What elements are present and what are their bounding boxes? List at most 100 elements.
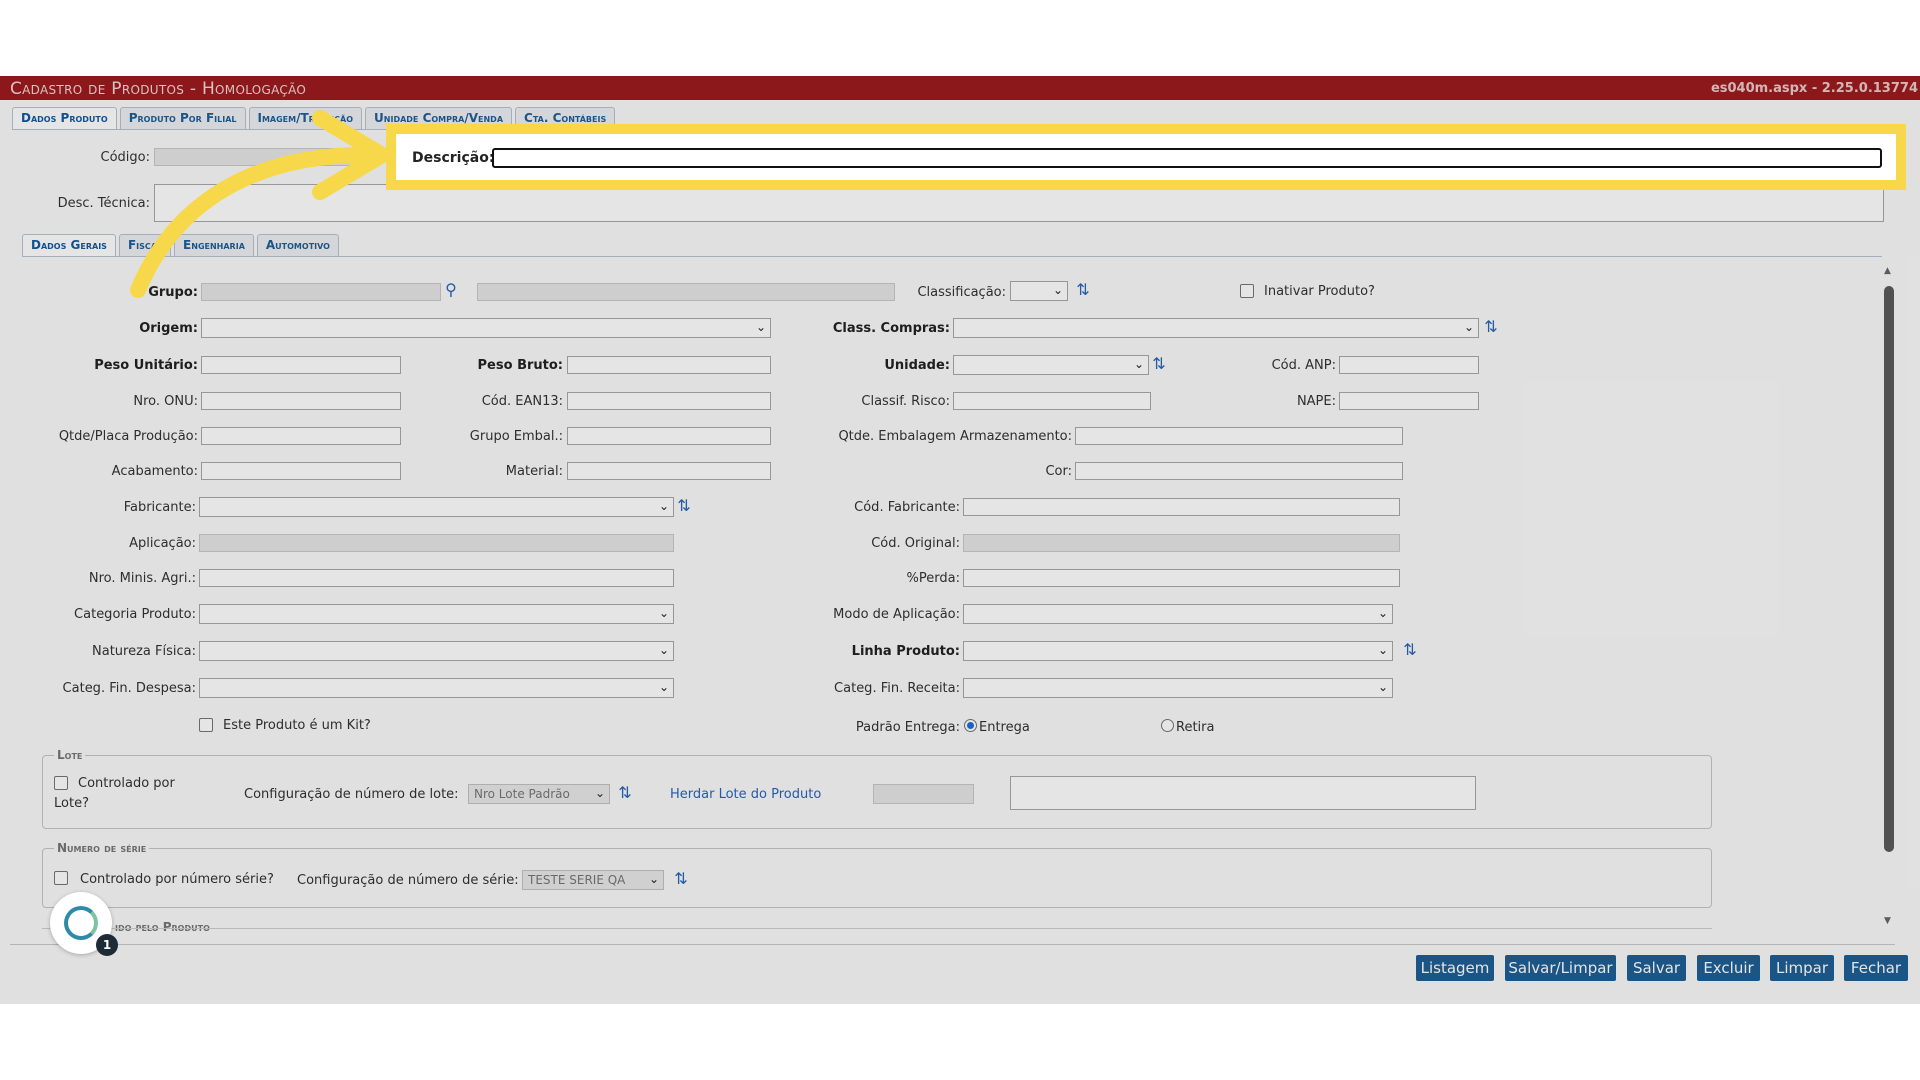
notification-badge: 1 bbox=[96, 934, 118, 956]
grupo-descricao-field bbox=[477, 283, 895, 301]
cod-anp-input[interactable] bbox=[1339, 356, 1479, 374]
serie-config-label: Configuração de número de série: bbox=[297, 873, 519, 888]
listagem-button[interactable]: Listagem bbox=[1416, 955, 1494, 981]
lote-config-select[interactable]: Nro Lote Padrão ⌄ bbox=[468, 784, 610, 804]
refresh-icon[interactable]: ⇅ bbox=[616, 784, 634, 802]
version-label: es040m.aspx - 2.25.0.13774 bbox=[1710, 81, 1918, 96]
tab-automotivo[interactable]: Automotivo bbox=[256, 234, 339, 256]
aplicacao-field bbox=[199, 534, 674, 552]
serie-config-value: TESTE SERIE QA bbox=[528, 873, 626, 887]
lote-checkbox[interactable] bbox=[54, 776, 68, 790]
serie-fieldset bbox=[42, 848, 1712, 908]
search-icon[interactable]: ⚲ bbox=[442, 281, 460, 299]
retira-label: Retira bbox=[1176, 720, 1215, 735]
tab-imagem-traducao[interactable]: Imagem/Tradução bbox=[248, 107, 363, 129]
retira-radio[interactable] bbox=[1161, 719, 1174, 732]
salvar-button[interactable]: Salvar bbox=[1627, 955, 1686, 981]
tab-dados-produto[interactable]: Dados Produto bbox=[12, 107, 117, 129]
tab-produto-por-filial[interactable]: Produto Por Filial bbox=[119, 107, 246, 129]
serie-controlado-label: Controlado por número série? bbox=[80, 872, 274, 887]
next-section-divider bbox=[42, 928, 1712, 929]
scrollbar-thumb[interactable] bbox=[1884, 286, 1894, 852]
cod-ean13-label: Cód. EAN13: bbox=[481, 394, 563, 409]
tab-dados-gerais[interactable]: Dados Gerais bbox=[22, 234, 116, 256]
grupo-embal-input[interactable] bbox=[567, 427, 771, 445]
cor-input[interactable] bbox=[1075, 462, 1403, 480]
title-bar: Cadastro de Produtos - Homologação es040… bbox=[0, 76, 1920, 100]
tab-fiscal[interactable]: Fiscal bbox=[118, 234, 172, 256]
grupo-input[interactable] bbox=[201, 283, 441, 301]
kit-checkbox[interactable] bbox=[199, 718, 213, 732]
refresh-icon[interactable]: ⇅ bbox=[1401, 641, 1419, 659]
classificacao-label: Classificação: bbox=[917, 285, 1006, 300]
refresh-icon[interactable]: ⇅ bbox=[675, 497, 693, 515]
classif-risco-input[interactable] bbox=[953, 392, 1151, 410]
assistant-launcher-button[interactable]: 1 bbox=[50, 892, 118, 956]
categ-fin-despesa-select[interactable]: ⌄ bbox=[199, 678, 674, 698]
classif-risco-label: Classif. Risco: bbox=[861, 394, 950, 409]
origem-label: Origem: bbox=[139, 321, 198, 336]
window-title: Cadastro de Produtos - Homologação bbox=[10, 79, 307, 99]
cod-ean13-input[interactable] bbox=[567, 392, 771, 410]
refresh-icon[interactable]: ⇅ bbox=[1150, 355, 1168, 373]
unidade-select[interactable]: ⌄ bbox=[953, 355, 1149, 375]
refresh-icon[interactable]: ⇅ bbox=[1482, 318, 1500, 336]
peso-bruto-input[interactable] bbox=[567, 356, 771, 374]
modo-aplicacao-select[interactable]: ⌄ bbox=[963, 604, 1393, 624]
natureza-fisica-select[interactable]: ⌄ bbox=[199, 641, 674, 661]
acabamento-input[interactable] bbox=[201, 462, 401, 480]
categoria-produto-label: Categoria Produto: bbox=[74, 607, 196, 622]
qtde-placa-input[interactable] bbox=[201, 427, 401, 445]
qtde-embalagem-input[interactable] bbox=[1075, 427, 1403, 445]
cod-original-field bbox=[963, 534, 1400, 552]
partial-legend: ido pelo Produto bbox=[115, 920, 210, 934]
codigo-input[interactable] bbox=[154, 148, 368, 166]
perda-input[interactable] bbox=[963, 569, 1400, 587]
tab-engenharia[interactable]: Engenharia bbox=[174, 234, 254, 256]
refresh-icon[interactable]: ⇅ bbox=[672, 870, 690, 888]
serie-legend: Numero de série bbox=[54, 841, 150, 855]
nro-onu-input[interactable] bbox=[201, 392, 401, 410]
peso-bruto-label: Peso Bruto: bbox=[477, 358, 563, 373]
modo-aplicacao-label: Modo de Aplicação: bbox=[833, 607, 960, 622]
refresh-icon[interactable]: ⇅ bbox=[1074, 281, 1092, 299]
linha-produto-select[interactable]: ⌄ bbox=[963, 641, 1393, 661]
origem-select[interactable]: ⌄ bbox=[201, 318, 771, 338]
inativar-checkbox[interactable] bbox=[1240, 284, 1254, 298]
material-label: Material: bbox=[505, 464, 563, 479]
natureza-fisica-label: Natureza Física: bbox=[92, 644, 196, 659]
class-compras-select[interactable]: ⌄ bbox=[953, 318, 1479, 338]
fechar-button[interactable]: Fechar bbox=[1844, 955, 1908, 981]
scroll-down-icon[interactable]: ▼ bbox=[1884, 916, 1891, 926]
descricao-highlight: Descrição: bbox=[386, 124, 1906, 190]
classificacao-select[interactable]: ⌄ bbox=[1010, 281, 1068, 301]
serie-config-select[interactable]: TESTE SERIE QA ⌄ bbox=[522, 870, 664, 890]
herdar-lote-link[interactable]: Herdar Lote do Produto bbox=[670, 787, 821, 802]
fabricante-select[interactable]: ⌄ bbox=[199, 497, 674, 517]
categoria-produto-select[interactable]: ⌄ bbox=[199, 604, 674, 624]
lote-observacao-textarea[interactable] bbox=[1010, 776, 1476, 810]
peso-unitario-input[interactable] bbox=[201, 356, 401, 374]
salvar-limpar-button[interactable]: Salvar/Limpar bbox=[1505, 955, 1616, 981]
nro-minis-agri-input[interactable] bbox=[199, 569, 674, 587]
lote-herdado-field bbox=[873, 784, 974, 804]
limpar-button[interactable]: Limpar bbox=[1770, 955, 1834, 981]
material-input[interactable] bbox=[567, 462, 771, 480]
vertical-scrollbar[interactable]: ▲ ▼ bbox=[1882, 262, 1896, 930]
padrao-entrega-label: Padrão Entrega: bbox=[855, 720, 960, 735]
scroll-up-icon[interactable]: ▲ bbox=[1884, 266, 1891, 276]
lote-config-label: Configuração de número de lote: bbox=[244, 787, 459, 802]
entrega-radio[interactable] bbox=[964, 719, 977, 732]
cod-fabricante-input[interactable] bbox=[963, 498, 1400, 516]
descricao-input[interactable] bbox=[492, 148, 1882, 168]
excluir-button[interactable]: Excluir bbox=[1697, 955, 1760, 981]
qtde-embalagem-label: Qtde. Embalagem Armazenamento: bbox=[838, 429, 1072, 444]
categ-fin-receita-select[interactable]: ⌄ bbox=[963, 678, 1393, 698]
acabamento-label: Acabamento: bbox=[111, 464, 198, 479]
class-compras-label: Class. Compras: bbox=[832, 321, 950, 336]
screenshot-stage: Cadastro de Produtos - Homologação es040… bbox=[0, 0, 1920, 1080]
assistant-logo-icon bbox=[64, 906, 98, 940]
serie-checkbox[interactable] bbox=[54, 871, 68, 885]
qtde-placa-label: Qtde/Placa Produção: bbox=[58, 429, 198, 444]
nape-input[interactable] bbox=[1339, 392, 1479, 410]
